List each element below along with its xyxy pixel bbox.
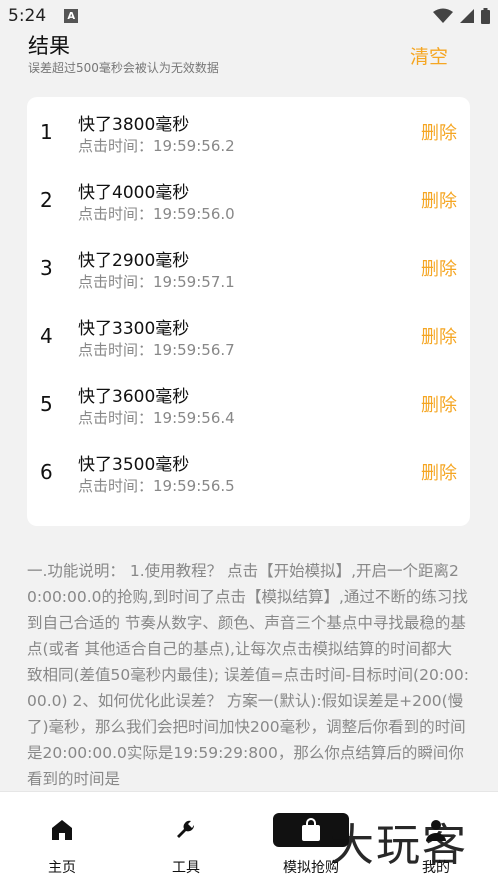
result-header: 结果 误差超过500毫秒会被认为无效数据 清空: [28, 30, 468, 76]
results-card: 1 快了3800毫秒 点击时间：19:59:56.2 删除 2 快了4000毫秒…: [27, 97, 470, 526]
status-indicators: [433, 8, 490, 24]
function-description: 一.功能说明： 1.使用教程？ 点击【开始模拟】,开启一个距离20:00:00.…: [27, 562, 469, 788]
clear-button[interactable]: 清空: [410, 42, 448, 69]
row-index: 6: [40, 460, 53, 484]
battery-icon: [481, 8, 490, 24]
delete-button[interactable]: 删除: [421, 187, 457, 213]
result-row: 2 快了4000毫秒 点击时间：19:59:56.0 删除: [27, 165, 470, 233]
wifi-icon: [433, 8, 453, 23]
wrench-icon: [172, 816, 200, 844]
page-title: 结果: [28, 34, 70, 58]
status-time: 5:24: [8, 6, 47, 26]
row-time: 点击时间：19:59:56.2: [78, 137, 235, 155]
row-index: 3: [40, 256, 53, 280]
delete-button[interactable]: 删除: [421, 323, 457, 349]
result-row: 3 快了2900毫秒 点击时间：19:59:57.1 删除: [27, 233, 470, 301]
result-row: 6 快了3500毫秒 点击时间：19:59:56.5 删除: [27, 437, 470, 505]
watermark-logo: 大玩客: [330, 820, 468, 871]
delete-button[interactable]: 删除: [421, 459, 457, 485]
delete-button[interactable]: 删除: [421, 391, 457, 417]
result-row: 5 快了3600毫秒 点击时间：19:59:56.4 删除: [27, 369, 470, 437]
notification-icon: A: [64, 9, 79, 23]
delete-button[interactable]: 删除: [421, 255, 457, 281]
nav-label-home: 主页: [48, 860, 76, 876]
home-icon: [48, 816, 76, 844]
nav-item-home[interactable]: 主页: [0, 792, 124, 886]
row-title: 快了3300毫秒: [78, 319, 190, 339]
row-time: 点击时间：19:59:56.0: [78, 205, 235, 223]
row-time: 点击时间：19:59:56.7: [78, 341, 235, 359]
row-time: 点击时间：19:59:56.5: [78, 477, 235, 495]
delete-button[interactable]: 删除: [421, 119, 457, 145]
result-row: 1 快了3800毫秒 点击时间：19:59:56.2 删除: [27, 97, 470, 165]
row-time: 点击时间：19:59:57.1: [78, 273, 235, 291]
status-bar: 5:24 A: [0, 0, 498, 32]
row-title: 快了3600毫秒: [78, 387, 190, 407]
shopping-bag-icon: [297, 816, 325, 844]
row-index: 1: [40, 120, 53, 144]
row-title: 快了4000毫秒: [78, 183, 190, 203]
page-subtitle: 误差超过500毫秒会被认为无效数据: [28, 61, 219, 75]
bottom-nav: 主页 工具 模拟抢购 我的 大玩客: [0, 791, 498, 886]
result-row: 4 快了3300毫秒 点击时间：19:59:56.7 删除: [27, 301, 470, 369]
row-time: 点击时间：19:59:56.4: [78, 409, 235, 427]
nav-label-tools: 工具: [172, 860, 200, 876]
row-index: 2: [40, 188, 53, 212]
signal-icon: [460, 9, 474, 23]
row-index: 4: [40, 324, 53, 348]
row-index: 5: [40, 392, 53, 416]
row-title: 快了3800毫秒: [78, 115, 190, 135]
nav-item-tools[interactable]: 工具: [124, 792, 248, 886]
row-title: 快了2900毫秒: [78, 251, 190, 271]
row-title: 快了3500毫秒: [78, 455, 190, 475]
